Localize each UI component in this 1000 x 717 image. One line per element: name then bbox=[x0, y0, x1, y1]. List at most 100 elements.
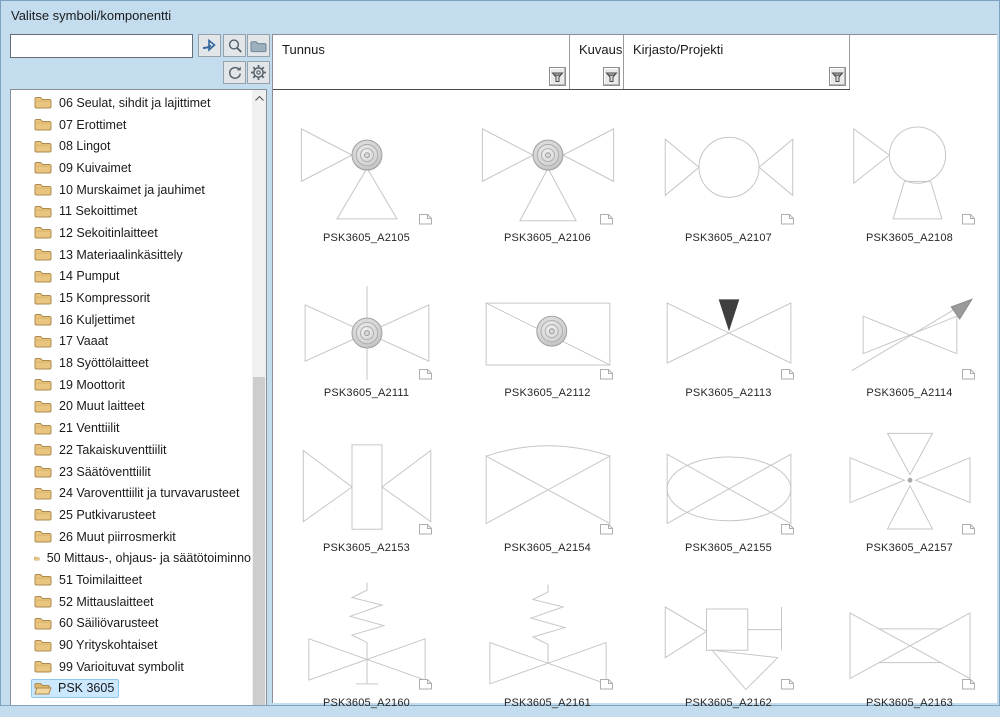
column-header-kirjasto: Kirjasto/Projekti bbox=[624, 35, 850, 89]
tree-item-label: 23 Säätöventtiilit bbox=[59, 465, 151, 479]
filter-button-kuvaus[interactable] bbox=[603, 67, 620, 86]
folder-icon bbox=[34, 204, 52, 219]
tree-item[interactable]: 14 Pumput bbox=[11, 266, 251, 288]
tree-item[interactable]: 26 Muut piirrosmerkit bbox=[11, 526, 251, 548]
open-folder-button[interactable] bbox=[247, 34, 270, 57]
tree-item[interactable]: 60 Säiliövarusteet bbox=[11, 613, 251, 635]
refresh-button[interactable] bbox=[223, 61, 246, 84]
tree-item[interactable]: 51 Toimilaitteet bbox=[11, 569, 251, 591]
tree-item[interactable]: 90 Yrityskohtaiset bbox=[11, 634, 251, 656]
tree-item-label: 24 Varoventtiilit ja turvavarusteet bbox=[59, 486, 239, 500]
folder-icon bbox=[34, 421, 52, 436]
tree-item[interactable]: 22 Takaiskuventtiilit bbox=[11, 439, 251, 461]
folder-icon bbox=[34, 139, 52, 154]
tree-item-label: 12 Sekoitinlaitteet bbox=[59, 226, 158, 240]
tree-item-label: 11 Sekoittimet bbox=[59, 204, 137, 218]
symbol-cell[interactable]: PSK3605_A2107 bbox=[638, 97, 819, 252]
scroll-up-icon[interactable] bbox=[252, 90, 266, 106]
tree-item[interactable]: 07 Erottimet bbox=[11, 114, 251, 136]
symbol-cell[interactable]: PSK3605_A2160 bbox=[276, 562, 457, 717]
tree-item[interactable]: 99 Varioituvat symbolit bbox=[11, 656, 251, 678]
tree-item[interactable]: 17 Vaaat bbox=[11, 331, 251, 353]
symbol-id: PSK3605_A2154 bbox=[504, 542, 591, 554]
tree-item-label: 99 Varioituvat symbolit bbox=[59, 660, 184, 674]
settings-button[interactable] bbox=[247, 61, 270, 84]
tree-item[interactable]: 09 Kuivaimet bbox=[11, 157, 251, 179]
folder-icon bbox=[34, 486, 52, 501]
tree-item-label: 19 Moottorit bbox=[59, 378, 125, 392]
symbol-grid: PSK3605_A2105 PSK3605_A2106 PSK3605_A210… bbox=[276, 90, 1000, 717]
tree-item[interactable]: 08 Lingot bbox=[11, 135, 251, 157]
tree-item-label: PSK 3605 bbox=[58, 681, 114, 695]
tree-item-label: 13 Materiaalinkäsittely bbox=[59, 248, 183, 262]
folder-icon bbox=[34, 117, 52, 132]
symbol-cell[interactable]: PSK3605_A2113 bbox=[638, 252, 819, 407]
tree-item[interactable]: 11 Sekoittimet bbox=[11, 200, 251, 222]
document-icon bbox=[961, 213, 976, 226]
tree-item[interactable]: 20 Muut laitteet bbox=[11, 396, 251, 418]
scrollbar-thumb[interactable] bbox=[253, 377, 265, 705]
filter-button-kirjasto[interactable] bbox=[829, 67, 846, 86]
symbol-cell[interactable]: PSK3605_A2108 bbox=[819, 97, 1000, 252]
tree-item[interactable]: 50 Mittaus-, ohjaus- ja säätötoiminno bbox=[11, 547, 251, 569]
document-icon bbox=[418, 678, 433, 691]
tree-scrollbar[interactable] bbox=[252, 90, 266, 705]
document-icon bbox=[599, 678, 614, 691]
tree-item[interactable]: 25 Putkivarusteet bbox=[11, 504, 251, 526]
search-icon bbox=[227, 38, 243, 54]
symbol-cell[interactable]: PSK3605_A2114 bbox=[819, 252, 1000, 407]
tree-item-label: 07 Erottimet bbox=[59, 118, 126, 132]
symbol-cell[interactable]: PSK3605_A2161 bbox=[457, 562, 638, 717]
folder-icon bbox=[34, 507, 52, 522]
symbol-id: PSK3605_A2161 bbox=[504, 697, 591, 709]
folder-icon bbox=[34, 312, 52, 327]
symbol-cell[interactable]: PSK3605_A2112 bbox=[457, 252, 638, 407]
tree-item[interactable]: 52 Mittauslaitteet bbox=[11, 591, 251, 613]
tree-item[interactable]: 13 Materiaalinkäsittely bbox=[11, 244, 251, 266]
tree-item[interactable]: 19 Moottorit bbox=[11, 374, 251, 396]
symbol-cell[interactable]: PSK3605_A2105 bbox=[276, 97, 457, 252]
symbol-cell[interactable]: PSK3605_A2163 bbox=[819, 562, 1000, 717]
symbol-cell[interactable]: PSK3605_A2154 bbox=[457, 407, 638, 562]
tree-item[interactable]: 23 Säätöventtiilit bbox=[11, 461, 251, 483]
open-folder-icon bbox=[34, 681, 52, 696]
folder-icon bbox=[34, 334, 52, 349]
symbol-cell[interactable]: PSK3605_A2106 bbox=[457, 97, 638, 252]
folder-icon bbox=[34, 464, 52, 479]
tree-item-label: 22 Takaiskuventtiilit bbox=[59, 443, 166, 457]
go-button[interactable] bbox=[198, 34, 221, 57]
tree-item-label: 06 Seulat, sihdit ja lajittimet bbox=[59, 96, 210, 110]
tree-item[interactable]: 12 Sekoitinlaitteet bbox=[11, 222, 251, 244]
symbol-cell[interactable]: PSK3605_A2111 bbox=[276, 252, 457, 407]
symbol-graphic-circle-wedge-trapezoid bbox=[835, 115, 985, 229]
search-input[interactable] bbox=[10, 34, 193, 58]
symbol-id: PSK3605_A2108 bbox=[866, 232, 953, 244]
tree-item-selected[interactable]: PSK 3605 bbox=[11, 678, 251, 700]
folder-icon bbox=[34, 95, 52, 110]
document-icon bbox=[599, 523, 614, 536]
tree-item[interactable]: 10 Murskaimet ja jauhimet bbox=[11, 179, 251, 201]
symbol-id: PSK3605_A2112 bbox=[504, 387, 590, 399]
column-label: Tunnus bbox=[273, 35, 569, 57]
symbol-cell[interactable]: PSK3605_A2162 bbox=[638, 562, 819, 717]
tree-item[interactable]: 24 Varoventtiilit ja turvavarusteet bbox=[11, 482, 251, 504]
folder-icon bbox=[34, 356, 52, 371]
folder-icon bbox=[34, 529, 52, 544]
tree-item[interactable]: 21 Venttiilit bbox=[11, 417, 251, 439]
selection-highlight: PSK 3605 bbox=[32, 680, 118, 697]
column-header-tunnus: Tunnus bbox=[273, 35, 570, 89]
tree-item[interactable]: 18 Syöttölaitteet bbox=[11, 352, 251, 374]
symbol-cell[interactable]: PSK3605_A2157 bbox=[819, 407, 1000, 562]
tree-item[interactable]: 16 Kuljettimet bbox=[11, 309, 251, 331]
symbol-id: PSK3605_A2111 bbox=[324, 387, 409, 399]
tree-item[interactable]: 15 Kompressorit bbox=[11, 287, 251, 309]
folder-icon bbox=[34, 616, 52, 631]
column-label: Kuvaus bbox=[570, 35, 623, 57]
tree-item-label: 10 Murskaimet ja jauhimet bbox=[59, 183, 205, 197]
search-button[interactable] bbox=[223, 34, 246, 57]
tree-item[interactable]: 06 Seulat, sihdit ja lajittimet bbox=[11, 92, 251, 114]
symbol-cell[interactable]: PSK3605_A2153 bbox=[276, 407, 457, 562]
gear-icon bbox=[250, 64, 267, 81]
filter-button-tunnus[interactable] bbox=[549, 67, 566, 86]
symbol-cell[interactable]: PSK3605_A2155 bbox=[638, 407, 819, 562]
